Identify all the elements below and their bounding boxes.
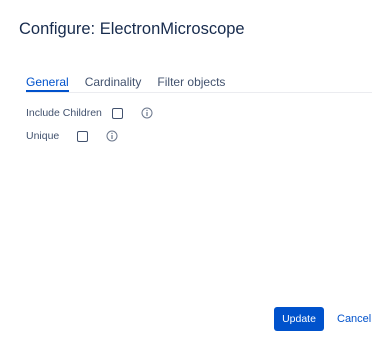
configure-dialog: Configure: ElectronMicroscope General Ca… — [0, 0, 392, 346]
dialog-title: Configure: ElectronMicroscope — [19, 20, 245, 38]
option-include-children: Include Children — [26, 107, 153, 119]
info-icon[interactable] — [106, 130, 118, 142]
tab-cardinality[interactable]: Cardinality — [85, 73, 142, 92]
unique-label: Unique — [26, 130, 60, 142]
include-children-checkbox[interactable] — [111, 107, 123, 119]
include-children-label: Include Children — [26, 107, 102, 119]
cancel-button[interactable]: Cancel — [334, 307, 374, 331]
tab-bar: General Cardinality Filter objects — [26, 73, 372, 93]
update-button[interactable]: Update — [274, 307, 324, 331]
info-icon[interactable] — [141, 107, 153, 119]
tab-general[interactable]: General — [26, 73, 69, 92]
unique-checkbox[interactable] — [77, 130, 89, 142]
option-unique: Unique — [26, 130, 118, 142]
tab-filter-objects[interactable]: Filter objects — [157, 73, 225, 92]
